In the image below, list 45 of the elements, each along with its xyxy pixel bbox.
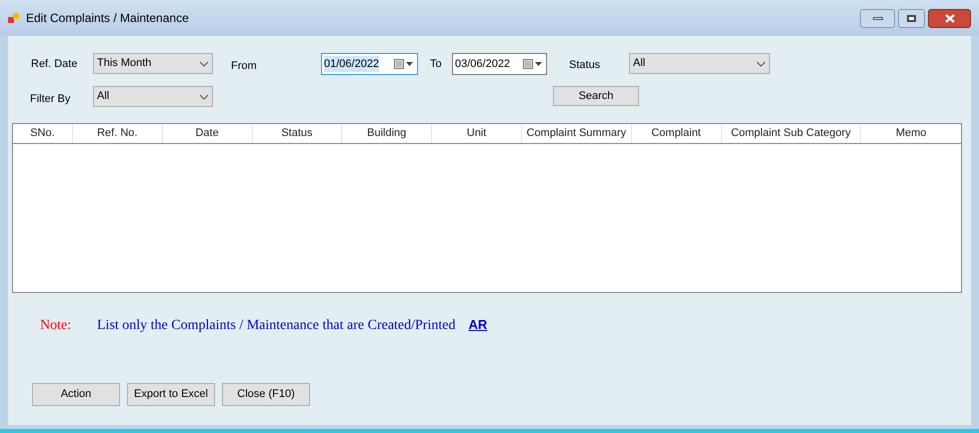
status-dropdown[interactable]: All — [629, 53, 770, 74]
dropdown-value: All — [633, 56, 646, 72]
calendar-dropdown-icon — [523, 59, 543, 69]
calendar-dropdown-icon — [394, 59, 414, 69]
minimize-icon — [872, 16, 882, 20]
dropdown-value: This Month — [97, 56, 152, 72]
dropdown-value: All — [97, 89, 110, 104]
close-button[interactable] — [928, 8, 971, 28]
action-button[interactable]: Export to Excel — [127, 382, 215, 406]
column-header[interactable]: SNo. — [13, 124, 73, 142]
column-header[interactable]: Complaint Sub Category — [722, 124, 862, 142]
field-label: To — [430, 57, 443, 72]
column-header[interactable]: Date — [162, 124, 252, 142]
field-label: From — [231, 59, 258, 74]
column-header[interactable]: Ref. No. — [72, 124, 163, 142]
minimize-button[interactable] — [860, 8, 895, 28]
date-field[interactable]: 03/06/2022 — [452, 53, 547, 75]
field-label: Status — [569, 58, 602, 73]
date-value: 03/06/2022 — [455, 56, 510, 72]
app-icon — [8, 12, 20, 24]
column-header[interactable]: Building — [342, 124, 432, 142]
column-header[interactable]: Unit — [432, 124, 522, 142]
field-label: Filter By — [30, 92, 72, 107]
field-label: Ref. Date — [31, 57, 78, 72]
action-button[interactable]: Action — [32, 382, 120, 406]
note-label: Note: — [40, 316, 72, 334]
search-button[interactable]: Search — [553, 86, 639, 106]
chevron-icon — [199, 60, 209, 66]
ref-date-dropdown[interactable]: This Month — [93, 53, 213, 74]
maximize-icon — [907, 14, 916, 22]
column-header[interactable]: Complaint Summary — [522, 124, 632, 142]
date-value: 01/06/2022 — [324, 56, 380, 72]
action-button[interactable]: Close (F10) — [222, 382, 310, 406]
chevron-icon — [199, 94, 209, 100]
column-header[interactable]: Complaint — [632, 124, 722, 142]
filter-by-dropdown[interactable]: All — [93, 86, 213, 107]
note-text: List only the Complaints / Maintenance that are Created/Printed — [97, 316, 456, 334]
column-header[interactable]: Memo — [861, 124, 961, 142]
chevron-icon — [756, 60, 766, 66]
maximize-button[interactable] — [898, 8, 925, 28]
close-icon — [944, 14, 954, 22]
date-field[interactable]: 01/06/2022 — [321, 53, 418, 75]
window-title: Edit Complaints / Maintenance — [26, 10, 189, 27]
ar-link[interactable]: AR — [468, 314, 488, 334]
column-header[interactable]: Status — [252, 124, 342, 142]
